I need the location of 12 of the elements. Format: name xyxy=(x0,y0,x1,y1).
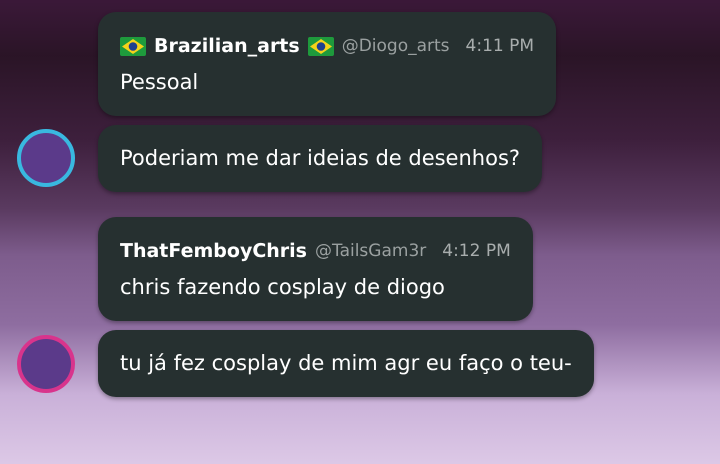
message-time: 4:11 PM xyxy=(466,34,534,58)
message-text: chris fazendo cosplay de diogo xyxy=(120,274,446,301)
message-text: tu já fez cosplay de mim agr eu faço o teu- xyxy=(120,350,572,377)
author-handle: @TailsGam3r xyxy=(315,240,426,263)
author-handle: @Diogo_arts xyxy=(342,34,450,58)
flag-icon xyxy=(308,36,334,56)
message-text: Pessoal xyxy=(120,68,200,96)
author-name[interactable]: ThatFemboyChris xyxy=(120,237,307,266)
flag-icon xyxy=(120,36,146,56)
message-text: Poderiam me dar ideias de desenhos? xyxy=(120,144,520,172)
author-name[interactable]: Brazilian_arts xyxy=(154,32,300,60)
message-time: 4:12 PM xyxy=(442,240,511,263)
